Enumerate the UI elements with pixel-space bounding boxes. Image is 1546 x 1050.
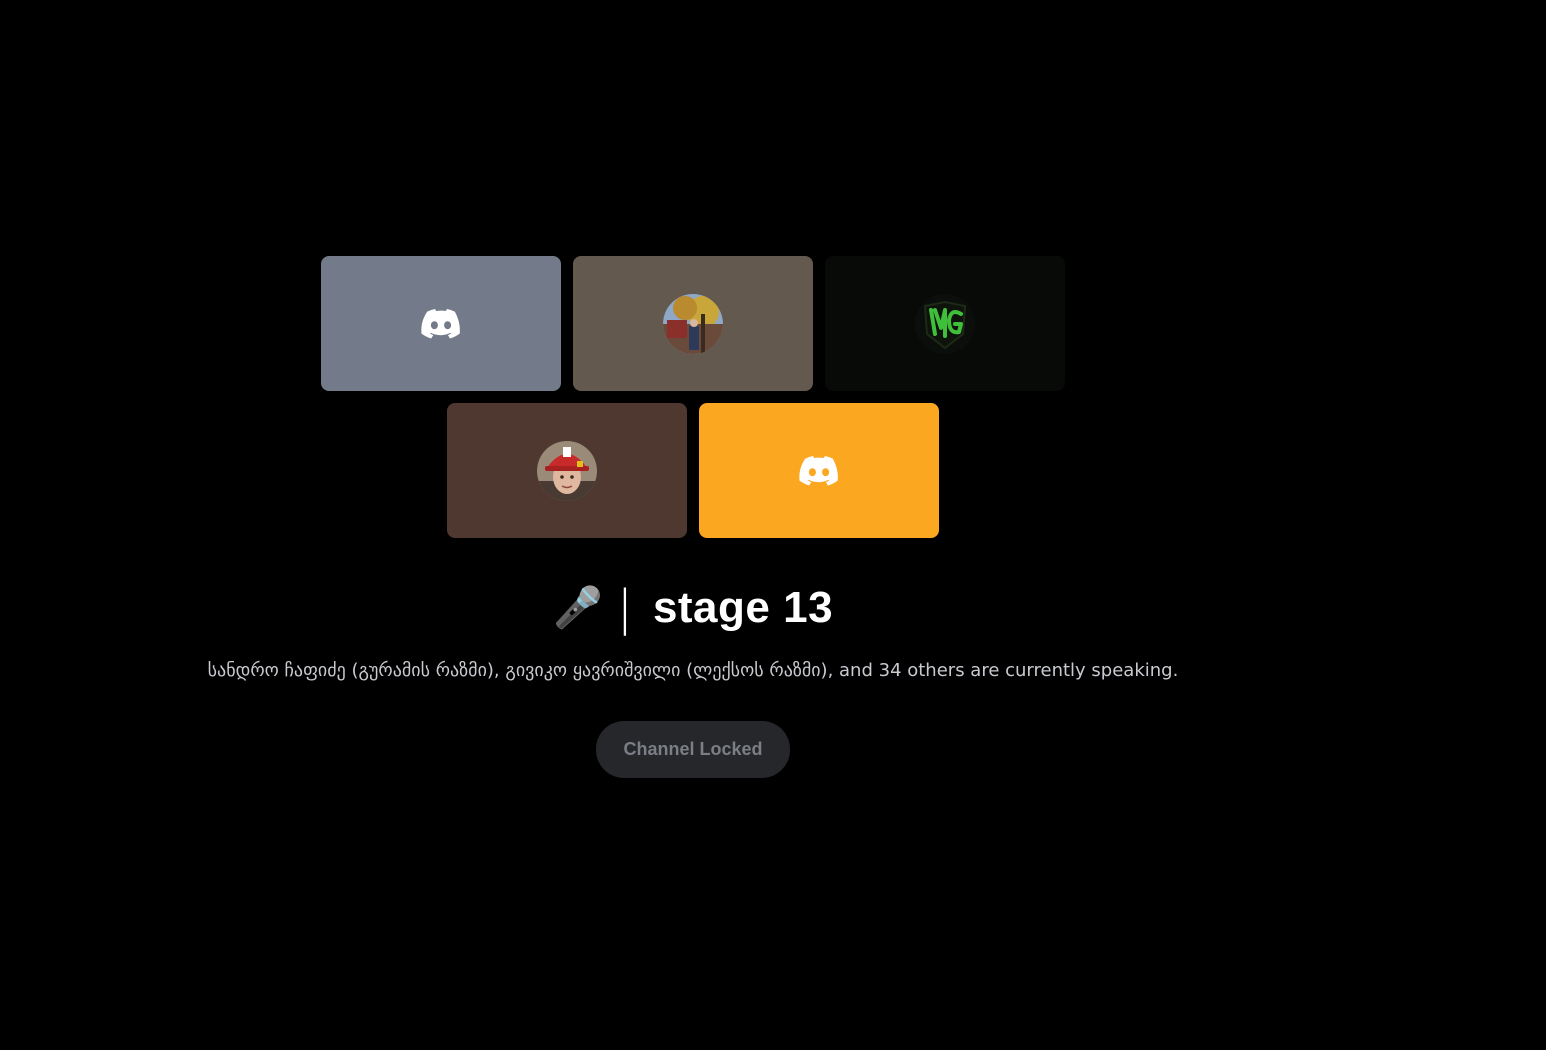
speaker-tile[interactable] xyxy=(573,256,813,391)
user-avatar-photo xyxy=(537,440,597,501)
discord-logo-icon xyxy=(789,440,849,501)
channel-locked-button[interactable]: Channel Locked xyxy=(596,721,790,778)
speaker-tile[interactable] xyxy=(321,256,561,391)
channel-name: stage 13 xyxy=(652,583,834,632)
speaker-tile[interactable] xyxy=(699,403,939,538)
channel-title: 🎤 | stage 13 xyxy=(0,584,1386,632)
speaker-tile[interactable] xyxy=(447,403,687,538)
mg-logo-icon xyxy=(915,293,975,354)
microphone-icon: 🎤 xyxy=(552,585,603,631)
title-separator: | xyxy=(616,580,633,636)
speaking-status-text: სანდრო ჩაფიძე (გურამის რაზმი), გივიკო ყა… xyxy=(207,660,1179,681)
discord-logo-icon xyxy=(411,293,471,354)
user-avatar-photo xyxy=(663,293,723,354)
stage-channel-view: 🎤 | stage 13 სანდრო ჩაფიძე (გურამის რაზმ… xyxy=(0,0,1546,1050)
speaker-tile[interactable] xyxy=(825,256,1065,391)
